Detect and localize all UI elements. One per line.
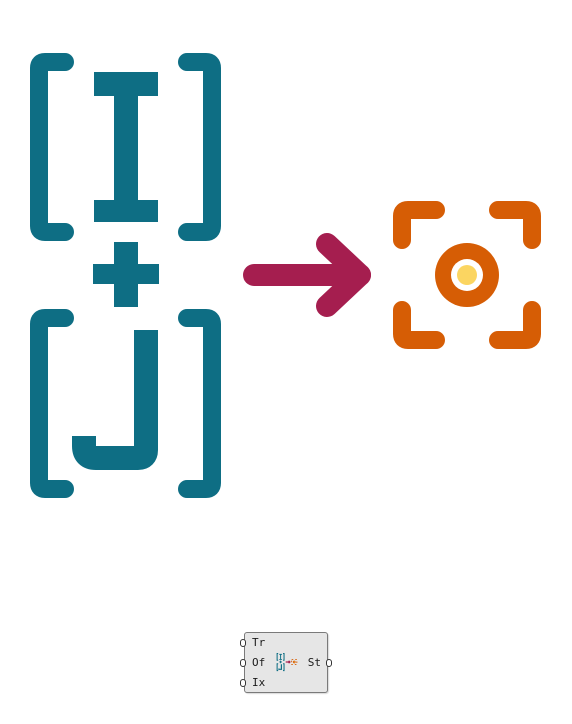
- bracket-i-group: [30, 53, 221, 241]
- input-label-ix: Ix: [252, 676, 266, 689]
- input-label-of: Of: [252, 656, 266, 669]
- letter-j-glyph: [72, 330, 158, 470]
- component-node[interactable]: Tr Of Ix St: [240, 632, 332, 693]
- letter-i-glyph: [94, 72, 158, 222]
- output-grip-st[interactable]: [326, 659, 332, 667]
- target-frame-icon: [393, 201, 541, 349]
- left-bracket-icon: [30, 53, 74, 241]
- input-grip-tr[interactable]: [240, 639, 246, 647]
- component-icon: [276, 652, 298, 672]
- input-label-tr: Tr: [252, 636, 266, 649]
- index-pair-to-state-icon: [30, 53, 541, 498]
- output-label-st: St: [307, 656, 321, 669]
- arrow-right-icon: [243, 233, 371, 317]
- plus-icon: [93, 242, 159, 307]
- bracket-j-group: [30, 309, 221, 498]
- input-grip-ix[interactable]: [240, 679, 246, 687]
- left-bracket-icon: [30, 309, 74, 498]
- right-bracket-icon: [178, 53, 221, 241]
- right-bracket-icon: [178, 309, 221, 498]
- input-grip-of[interactable]: [240, 659, 246, 667]
